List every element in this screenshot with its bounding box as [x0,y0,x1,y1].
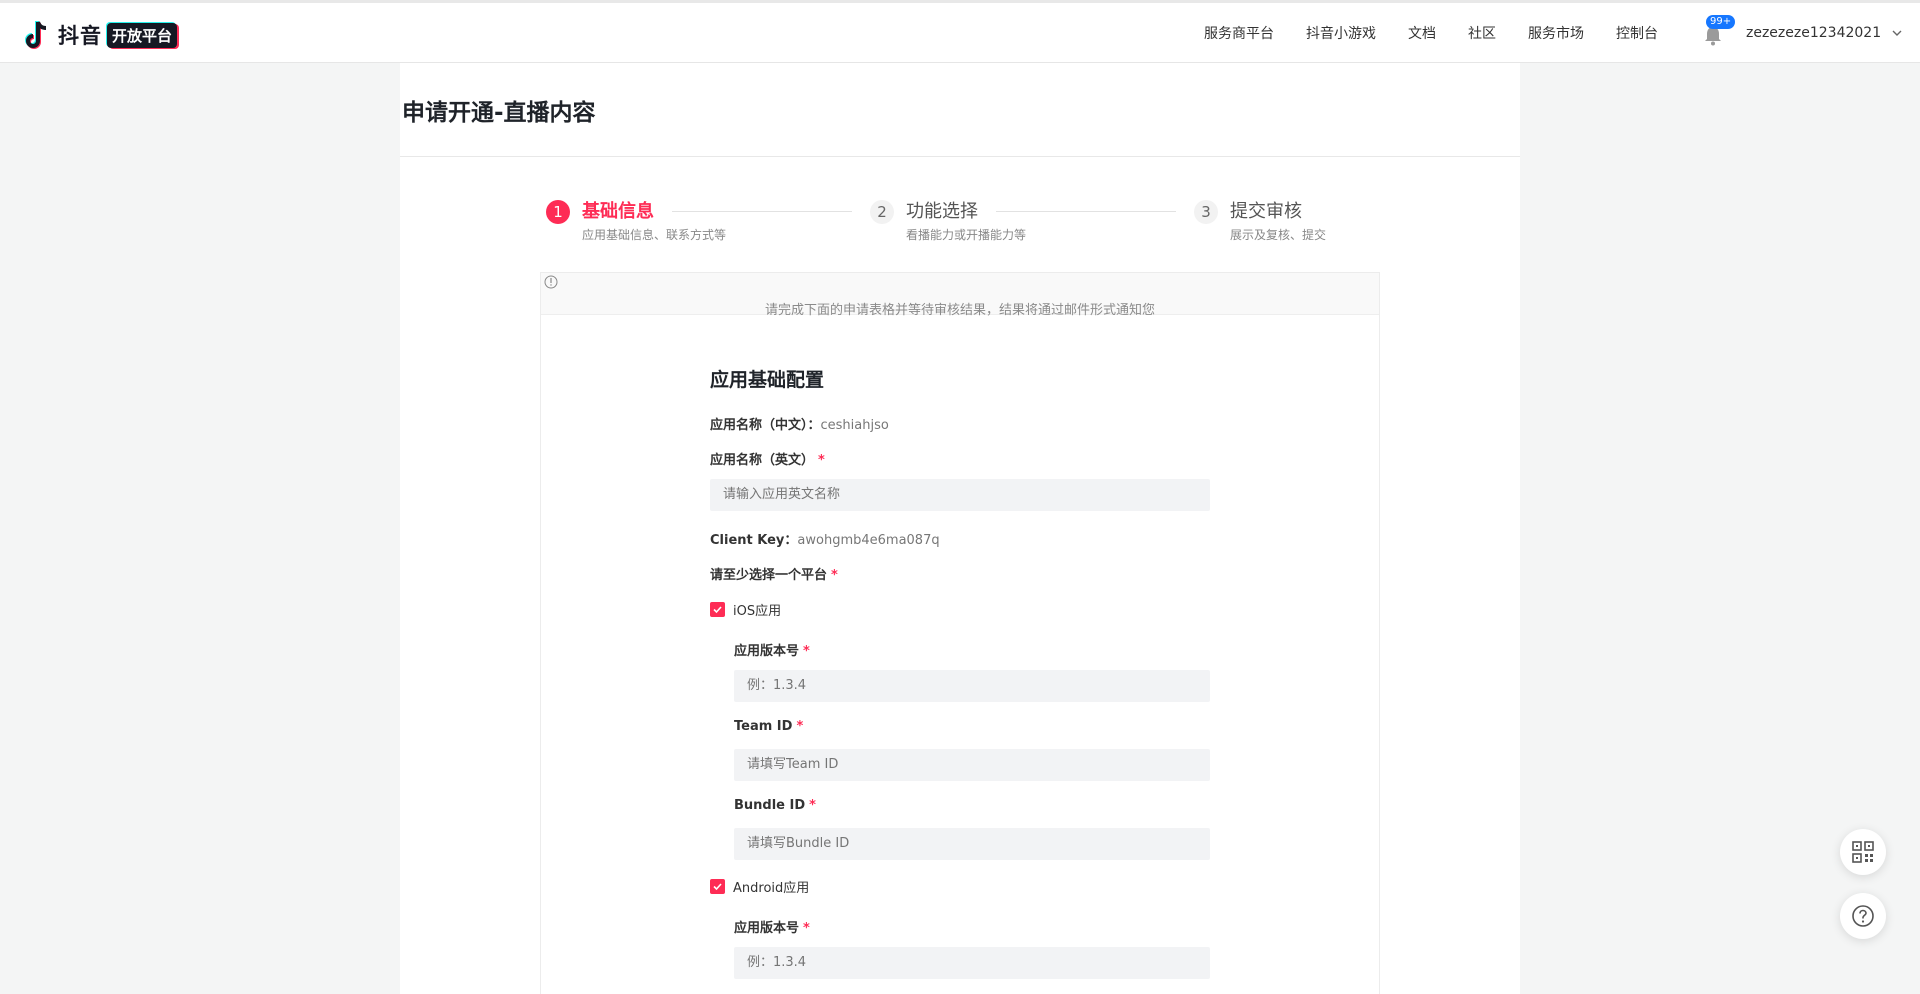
required-mark: * [803,644,810,659]
client-key-label: Client Key： [710,533,798,548]
team-id-label: Team ID [734,719,793,734]
nav-item-market[interactable]: 服务市场 [1528,23,1584,43]
android-version-input[interactable] [734,947,1210,979]
app-name-en-label-row: 应用名称（英文） * [710,449,825,468]
ios-checkbox-label: iOS应用 [733,604,782,619]
bundle-id-input[interactable] [734,828,1210,860]
step-label: 功能选择 [906,201,978,222]
nav-item-docs[interactable]: 文档 [1408,23,1436,43]
title-divider [400,156,1520,157]
team-id-input[interactable] [734,749,1210,781]
app-name-cn-row: 应用名称（中文）：ceshiahjso [710,414,889,433]
ios-version-label-row: 应用版本号 * [734,640,810,659]
step-description: 展示及复核、提交 [1230,228,1327,242]
step-description: 看播能力或开播能力等 [906,228,1027,242]
user-menu[interactable]: zezezeze12342021 [1746,25,1903,41]
bundle-id-label: Bundle ID [734,798,806,813]
platform-label: 请至少选择一个平台 [710,568,828,583]
notification-badge: 99+ [1706,15,1736,29]
section-title: 应用基础配置 [710,369,825,391]
ios-checkbox[interactable]: iOS应用 [710,600,781,619]
page-title: 申请开通-直播内容 [402,100,596,126]
step-number: 3 [1194,200,1218,224]
top-navbar: 抖音 开放平台 服务商平台 抖音小游戏 文档 社区 服务市场 控制台 99+ z… [0,0,1920,63]
nav-item-mini-games[interactable]: 抖音小游戏 [1306,23,1376,43]
step-number: 2 [870,200,894,224]
step-label: 提交审核 [1230,201,1302,222]
team-id-label-row: Team ID * [734,719,803,734]
douyin-logo-icon [25,21,47,49]
android-version-label: 应用版本号 [734,921,800,936]
brand-badge: 开放平台 [107,22,178,48]
required-mark: * [803,921,810,936]
notice-text: 请完成下面的申请表格并等待审核结果，结果将通过邮件形式通知您 [764,303,1155,318]
android-version-label-row: 应用版本号 * [734,917,810,936]
required-mark: * [809,798,816,813]
step-submit-review: 3 提交审核 展示及复核、提交 [1194,200,1326,243]
required-mark: * [796,719,804,734]
bundle-id-label-row: Bundle ID * [734,798,816,813]
username: zezezeze12342021 [1746,25,1882,41]
client-key-row: Client Key：awohgmb4e6ma087q [710,529,940,548]
step-label: 基础信息 [582,201,654,222]
app-name-en-label: 应用名称（英文） [710,453,815,468]
info-icon [544,275,558,289]
app-name-cn-value: ceshiahjso [820,418,889,433]
notice-banner: 请完成下面的申请表格并等待审核结果，结果将通过邮件形式通知您 [541,273,1379,318]
main-nav: 服务商平台 抖音小游戏 文档 社区 服务市场 控制台 [1172,3,1658,63]
main-content: 申请开通-直播内容 1 基础信息 应用基础信息、联系方式等 2 功能选择 看播能… [400,63,1520,994]
step-description: 应用基础信息、联系方式等 [582,228,727,242]
brand-name: 抖音 [58,24,102,48]
qr-code-button[interactable] [1840,829,1886,875]
help-button[interactable] [1840,893,1886,939]
android-checkbox-label: Android应用 [733,881,810,896]
ios-version-input[interactable] [734,670,1210,702]
required-mark: * [818,453,825,468]
brand-logo[interactable]: 抖音 开放平台 [24,19,178,51]
client-key-value: awohgmb4e6ma087q [797,533,940,548]
checkbox-checked-icon [710,602,725,617]
step-number: 1 [546,200,570,224]
step-connector [672,211,852,212]
nav-item-community[interactable]: 社区 [1468,23,1496,43]
app-name-en-input[interactable] [710,479,1210,511]
form-card: 请完成下面的申请表格并等待审核结果，结果将通过邮件形式通知您 [540,272,1380,994]
checkbox-checked-icon [710,879,725,894]
chevron-down-icon [1892,30,1902,36]
ios-version-label: 应用版本号 [734,644,800,659]
step-basic-info: 1 基础信息 应用基础信息、联系方式等 [546,200,726,243]
help-icon [1852,905,1874,927]
android-checkbox[interactable]: Android应用 [710,877,809,896]
step-feature-select: 2 功能选择 看播能力或开播能力等 [870,200,1026,243]
nav-item-service-provider[interactable]: 服务商平台 [1204,23,1274,43]
app-name-cn-label: 应用名称（中文）： [710,418,821,433]
platform-label-row: 请至少选择一个平台 * [710,564,838,583]
nav-item-console[interactable]: 控制台 [1616,23,1658,43]
required-mark: * [831,568,838,583]
step-connector [996,211,1176,212]
qr-code-icon [1852,841,1874,863]
